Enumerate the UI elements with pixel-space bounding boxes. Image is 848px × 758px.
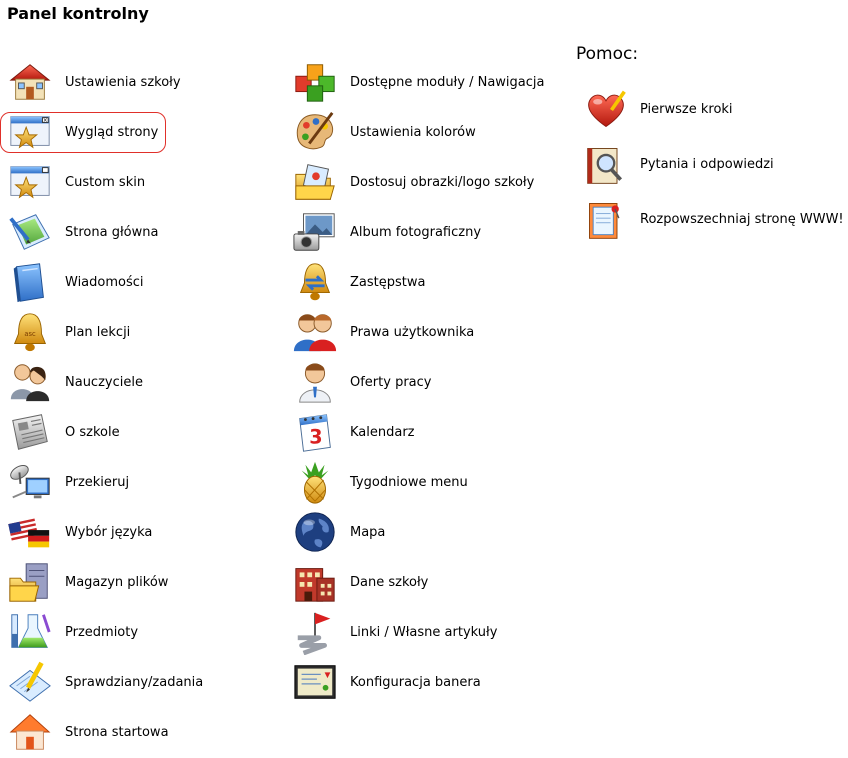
palette-icon [291, 108, 339, 156]
help-heading: Pomoc: [576, 44, 639, 64]
menu-item-start-page[interactable]: Strona startowa [6, 707, 203, 757]
menu-item-label: Prawa użytkownika [350, 324, 475, 340]
settings-column-2: Dostępne moduły / Nawigacja Ustawienia k… [291, 57, 544, 707]
menu-item-label: Strona główna [65, 224, 159, 240]
paper-pencil-icon [6, 658, 54, 706]
menu-item-subjects[interactable]: Przedmioty [6, 607, 203, 657]
globe-icon [291, 508, 339, 556]
help-column: Pierwsze kroki Pytania i odpowiedzi Rozp… [584, 82, 844, 247]
menu-item-news[interactable]: Wiadomości [6, 257, 203, 307]
help-item-label: Pytania i odpowiedzi [640, 157, 774, 172]
notepad-pin-icon [584, 196, 628, 244]
pineapple-icon [291, 458, 339, 506]
menu-item-label: O szkole [65, 424, 120, 440]
help-item-faq[interactable]: Pytania i odpowiedzi [584, 137, 844, 192]
menu-item-label: Plan lekcji [65, 324, 131, 340]
menu-item-school-data[interactable]: Dane szkoły [291, 557, 544, 607]
menu-item-job-offers[interactable]: Oferty pracy [291, 357, 544, 407]
menu-item-label: Linki / Własne artykuły [350, 624, 498, 640]
menu-item-label: Wygląd strony [65, 124, 159, 140]
menu-item-label: Przekieruj [65, 474, 130, 490]
book-magnifier-icon [584, 141, 628, 189]
users-icon [291, 308, 339, 356]
svg-text:×: × [43, 118, 48, 124]
bell-arrows-icon [291, 258, 339, 306]
bell-icon: asc [6, 308, 54, 356]
menu-item-links-articles[interactable]: Linki / Własne artykuły [291, 607, 544, 657]
cubes-icon [291, 58, 339, 106]
menu-item-banner-configuration[interactable]: Konfiguracja banera [291, 657, 544, 707]
calendar-icon: 3 [291, 408, 339, 456]
window-star-icon: × [6, 108, 54, 156]
heart-pencil-icon [584, 86, 628, 134]
worker-icon [291, 358, 339, 406]
house-icon [6, 58, 54, 106]
menu-item-label: Przedmioty [65, 624, 139, 640]
menu-item-customize-images-logo[interactable]: Dostosuj obrazki/logo szkoły [291, 157, 544, 207]
menu-item-label: Wiadomości [65, 274, 144, 290]
menu-item-label: Zastępstwa [350, 274, 426, 290]
menu-item-tests-assignments[interactable]: Sprawdziany/zadania [6, 657, 203, 707]
menu-item-label: Nauczyciele [65, 374, 143, 390]
flask-pencil-icon [6, 608, 54, 656]
menu-item-redirect[interactable]: Przekieruj [6, 457, 203, 507]
menu-item-label: Strona startowa [65, 724, 169, 740]
window-star-icon [6, 158, 54, 206]
menu-item-label: Mapa [350, 524, 386, 540]
help-item-promote-website[interactable]: Rozpowszechniaj stronę WWW! [584, 192, 844, 247]
menu-item-label: Ustawienia kolorów [350, 124, 476, 140]
settings-column-1: Ustawienia szkoły × Wygląd strony Custom… [0, 57, 203, 757]
menu-item-label: Tygodniowe menu [350, 474, 468, 490]
menu-item-language-selection[interactable]: Wybór języka [6, 507, 203, 557]
menu-item-about-school[interactable]: O szkole [6, 407, 203, 457]
satellite-monitor-icon [6, 458, 54, 506]
menu-item-label: Dane szkoły [350, 574, 429, 590]
menu-item-label: Dostosuj obrazki/logo szkoły [350, 174, 535, 190]
menu-item-label: Album fotograficzny [350, 224, 482, 240]
menu-item-weekly-menu[interactable]: Tygodniowe menu [291, 457, 544, 507]
menu-item-label: Ustawienia szkoły [65, 74, 181, 90]
building-icon [291, 558, 339, 606]
menu-item-label: Dostępne moduły / Nawigacja [350, 74, 545, 90]
page-title: Panel kontrolny [7, 4, 149, 23]
people-icon [6, 358, 54, 406]
menu-item-calendar[interactable]: 3 Kalendarz [291, 407, 544, 457]
camera-photo-icon [291, 208, 339, 256]
banner-icon [291, 658, 339, 706]
folder-image-icon [291, 158, 339, 206]
svg-text:asc: asc [24, 330, 36, 338]
menu-item-label: Sprawdziany/zadania [65, 674, 204, 690]
menu-item-page-appearance[interactable]: × Wygląd strony [0, 107, 203, 157]
help-item-first-steps[interactable]: Pierwsze kroki [584, 82, 844, 137]
menu-item-label: Wybór języka [65, 524, 153, 540]
blue-book-icon [6, 258, 54, 306]
menu-item-label: Magazyn plików [65, 574, 169, 590]
menu-item-lesson-plan[interactable]: asc Plan lekcji [6, 307, 203, 357]
menu-item-school-settings[interactable]: Ustawienia szkoły [6, 57, 203, 107]
flags-icon [6, 508, 54, 556]
menu-item-photo-album[interactable]: Album fotograficzny [291, 207, 544, 257]
menu-item-label: Konfiguracja banera [350, 674, 481, 690]
menu-item-user-rights[interactable]: Prawa użytkownika [291, 307, 544, 357]
help-item-label: Rozpowszechniaj stronę WWW! [640, 212, 844, 227]
house-icon [6, 708, 54, 756]
document-pencil-icon [6, 208, 54, 256]
menu-item-modules-navigation[interactable]: Dostępne moduły / Nawigacja [291, 57, 544, 107]
menu-item-label: Kalendarz [350, 424, 415, 440]
menu-item-map[interactable]: Mapa [291, 507, 544, 557]
newspaper-icon [6, 408, 54, 456]
menu-item-custom-skin[interactable]: Custom skin [6, 157, 203, 207]
menu-item-teachers[interactable]: Nauczyciele [6, 357, 203, 407]
svg-text:3: 3 [309, 426, 322, 449]
flag-link-icon [291, 608, 339, 656]
menu-item-label: Custom skin [65, 174, 146, 190]
help-item-label: Pierwsze kroki [640, 102, 733, 117]
menu-item-substitutions[interactable]: Zastępstwa [291, 257, 544, 307]
menu-item-file-storage[interactable]: Magazyn plików [6, 557, 203, 607]
menu-item-color-settings[interactable]: Ustawienia kolorów [291, 107, 544, 157]
file-server-icon [6, 558, 54, 606]
menu-item-label: Oferty pracy [350, 374, 432, 390]
menu-item-home-page[interactable]: Strona główna [6, 207, 203, 257]
